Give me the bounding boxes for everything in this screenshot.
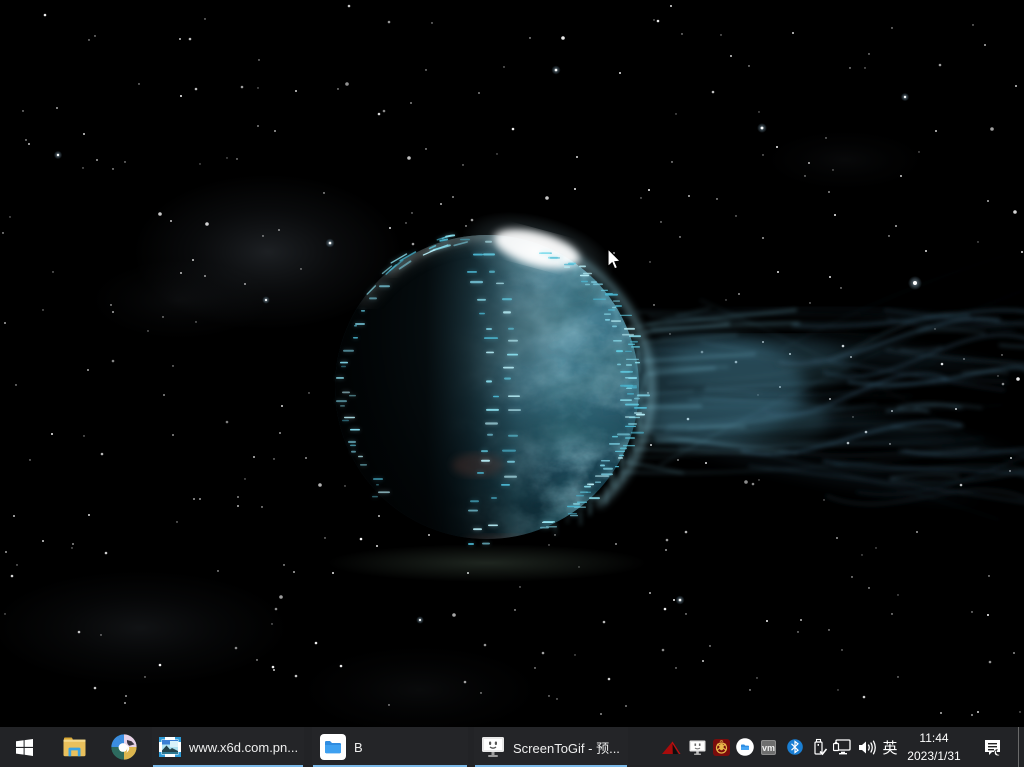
svg-text:vm: vm (761, 743, 774, 753)
